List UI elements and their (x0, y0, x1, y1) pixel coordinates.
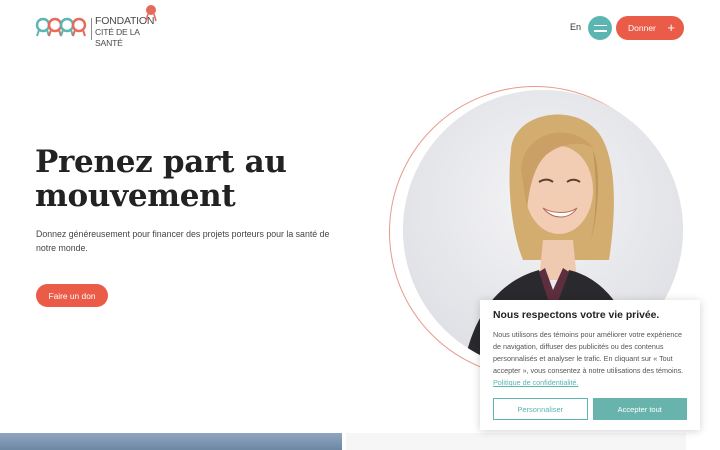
privacy-policy-link[interactable]: Politique de confidentialité. (493, 378, 579, 387)
donate-button[interactable]: Donner + (616, 16, 684, 40)
section-image-left (0, 433, 342, 450)
menu-button[interactable] (588, 16, 612, 40)
hamburger-icon (593, 24, 607, 26)
make-donation-button[interactable]: Faire un don (36, 284, 108, 307)
customize-button[interactable]: Personnaliser (493, 398, 588, 420)
cookie-description: Nous utilisons des témoins pour améliore… (493, 329, 687, 389)
site-header: FONDATION CITÉ DE LA SANTÉ En Donner + (0, 0, 720, 56)
hero-description: Donnez généreusement pour financer des p… (36, 229, 330, 253)
anniversary-badge-icon (145, 5, 157, 22)
cookie-actions: Personnaliser Accepter tout (493, 398, 687, 420)
accept-all-button[interactable]: Accepter tout (592, 398, 687, 420)
donate-label: Donner (628, 23, 656, 33)
hero-title: Prenez part au mouvement (35, 144, 287, 214)
cookie-title: Nous respectons votre vie privée. (493, 310, 660, 321)
logo-divider (91, 18, 92, 40)
logo-line2: CITÉ DE LA SANTÉ (95, 27, 140, 48)
cookie-banner: Nous respectons votre vie privée. Nous u… (480, 300, 700, 430)
plus-icon: + (667, 20, 675, 35)
site-logo[interactable]: FONDATION CITÉ DE LA SANTÉ (35, 4, 165, 48)
section-panel-right (346, 433, 686, 450)
language-switch[interactable]: En (570, 22, 581, 32)
cookie-body: Nous utilisons des témoins pour améliore… (493, 330, 684, 375)
logo-rings-icon (35, 17, 87, 37)
